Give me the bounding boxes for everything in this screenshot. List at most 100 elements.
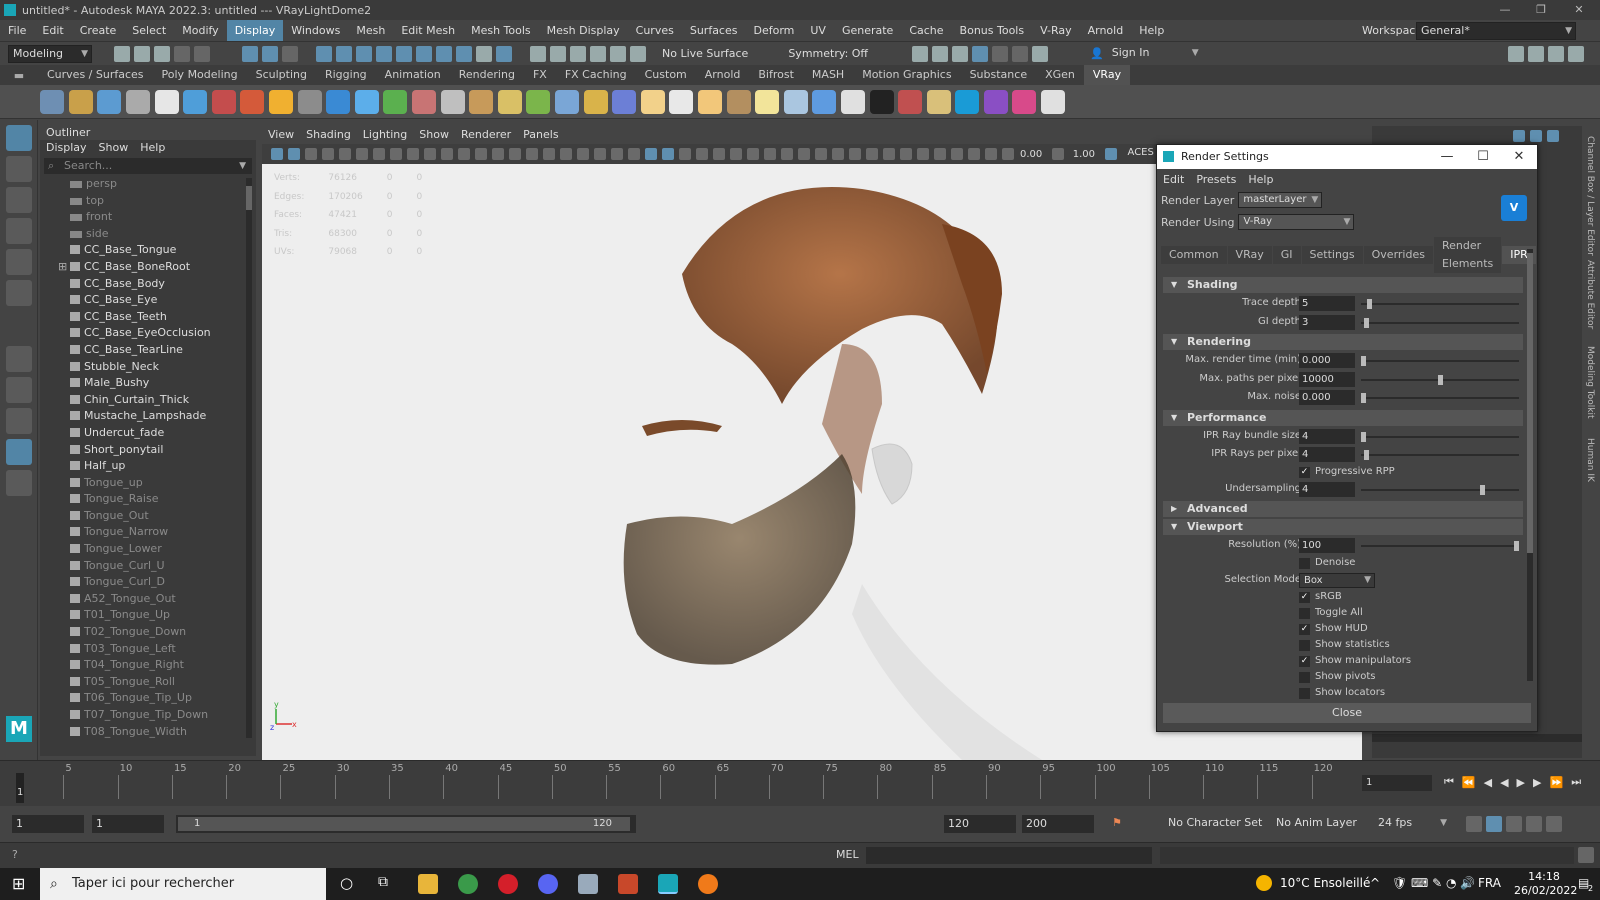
minimize-button[interactable]: — (1488, 0, 1522, 20)
vray-shelf-tool-5-icon[interactable] (154, 89, 179, 114)
search-dropdown-icon[interactable]: ▼ (239, 158, 246, 174)
vray-shelf-tool-33-icon[interactable] (955, 89, 980, 114)
viewport-tool-21-icon[interactable] (610, 148, 623, 160)
select-tool-icon[interactable] (6, 125, 32, 151)
ray-bundle-slider[interactable] (1361, 435, 1519, 438)
outliner-menu-help[interactable]: Help (134, 140, 171, 156)
channel-scrollbar[interactable] (1372, 734, 1582, 742)
input-ops-icon[interactable] (550, 45, 566, 62)
select-component-icon[interactable] (282, 45, 298, 62)
render-layer-select[interactable]: masterLayer ▼ (1238, 192, 1323, 208)
outliner-item[interactable]: Half_up (40, 458, 256, 475)
ray-bundle-slider-handle[interactable] (1361, 431, 1366, 442)
shelf-tab-xgen[interactable]: XGen (1036, 65, 1084, 85)
viewport-tool-2-icon[interactable] (287, 148, 300, 160)
go-to-start-icon[interactable]: ⏮ (1444, 775, 1454, 789)
vray-shelf-tool-13-icon[interactable] (383, 89, 408, 114)
save-scene-icon[interactable] (154, 45, 170, 62)
trace-depth-input[interactable]: 5 (1299, 296, 1355, 311)
vray-shelf-tool-19-icon[interactable] (554, 89, 579, 114)
task-view-icon[interactable]: ⧉ (378, 874, 388, 890)
viewport-tool-16-icon[interactable] (525, 148, 538, 160)
outliner-item[interactable]: Tongue_Lower (40, 541, 256, 558)
two-view-layout-icon[interactable] (6, 408, 32, 434)
outliner-layout-icon[interactable] (6, 439, 32, 465)
sidebar-tab-modeling-toolkit[interactable]: Modeling Toolkit (1585, 346, 1595, 419)
rs-tab-overrides[interactable]: Overrides (1363, 246, 1433, 264)
step-forward-frame-icon[interactable]: ▶︎ (1533, 776, 1541, 789)
menu-bonus-tools[interactable]: Bonus Tools (952, 20, 1033, 41)
denoise-checkbox[interactable] (1299, 557, 1310, 569)
vray-shelf-tool-15-icon[interactable] (440, 89, 465, 114)
shelf-tab-poly-modeling[interactable]: Poly Modeling (153, 65, 247, 85)
outliner-menu-show[interactable]: Show (93, 140, 135, 156)
shelf-tab-vray[interactable]: VRay (1083, 65, 1131, 85)
vray-shelf-tool-31-icon[interactable] (898, 89, 923, 114)
viewport-tool-20-icon[interactable] (593, 148, 606, 160)
outliner-item[interactable]: T02_Tongue_Down (40, 624, 256, 641)
channel-icon-b[interactable] (1529, 130, 1542, 142)
pause-icon[interactable] (1032, 45, 1049, 62)
outliner-menu-display[interactable]: Display (40, 140, 93, 156)
trace-depth-slider[interactable] (1361, 303, 1519, 305)
expand-icon[interactable]: ⊞ (58, 259, 67, 276)
rays-per-pixel-slider-handle[interactable] (1364, 450, 1370, 460)
keyboard-language[interactable]: FRA (1478, 876, 1501, 890)
vray-shelf-tool-16-icon[interactable] (469, 89, 494, 114)
render-setup-icon[interactable] (1012, 45, 1029, 62)
outliner-item[interactable]: ⊞ CC_Base_BoneRoot (40, 259, 256, 276)
rs-tab-gi[interactable]: GI (1272, 246, 1301, 264)
current-time-indicator[interactable]: 1 (16, 773, 24, 803)
viewport-tool-39-icon[interactable] (916, 148, 929, 160)
vray-shelf-tool-10-icon[interactable] (297, 89, 322, 114)
range-bar-handle[interactable]: 1 120 (178, 817, 630, 831)
exposure-value[interactable]: 0.00 (1020, 149, 1042, 160)
range-end-field[interactable]: 120 (944, 815, 1016, 833)
viewport-tool-35-icon[interactable] (848, 148, 861, 160)
max-noise-input[interactable]: 0.000 (1299, 390, 1355, 405)
shading-section[interactable]: ▼ Shading (1163, 277, 1523, 293)
play-forward-icon[interactable]: ▶ (1517, 776, 1525, 789)
menu-edit[interactable]: Edit (34, 20, 71, 41)
viewport-menu-show[interactable]: Show (413, 126, 455, 144)
outliner-item[interactable]: Short_ponytail (40, 442, 256, 459)
menu-deform[interactable]: Deform (745, 20, 802, 41)
loop-icon[interactable] (1466, 816, 1482, 832)
rs-tab-vray[interactable]: VRay (1227, 246, 1272, 264)
channel-icon-a[interactable] (1512, 130, 1525, 142)
outliner-item[interactable]: Tongue_Curl_U (40, 558, 256, 575)
gi-depth-input[interactable]: 3 (1299, 314, 1355, 330)
vray-shelf-tool-18-icon[interactable] (526, 89, 551, 114)
outliner-item[interactable]: side (40, 226, 256, 243)
color-management-icon[interactable] (1105, 148, 1118, 160)
viewport-tool-19-icon[interactable] (576, 148, 589, 160)
anim-layer-select[interactable]: No Anim Layer (1276, 816, 1357, 829)
max-noise-slider-handle[interactable] (1361, 393, 1366, 403)
soft-select-icon[interactable] (496, 45, 512, 62)
viewport-tool-14-icon[interactable] (491, 148, 504, 160)
vray-shelf-tool-23-icon[interactable] (669, 89, 694, 114)
show-locators-checkbox[interactable] (1299, 688, 1310, 699)
srgb-checkbox[interactable]: ✓ (1299, 592, 1310, 603)
gamma-value[interactable]: 1.00 (1073, 149, 1095, 160)
toggle-all-checkbox[interactable] (1299, 608, 1310, 619)
outliner-item[interactable]: Tongue_Out (40, 508, 256, 525)
viewport-tool-32-icon[interactable] (797, 148, 810, 160)
render-using-select[interactable]: V-Ray ▼ (1238, 214, 1355, 230)
tray-icons[interactable]: 🛡 ⌨ ✎ ◔ 🔊 (1392, 876, 1475, 890)
viewport-section[interactable]: ▼ Viewport (1163, 519, 1523, 535)
rs-menu-presets[interactable]: Presets (1190, 171, 1242, 189)
outliner-item[interactable]: front (40, 209, 256, 226)
time-slider[interactable]: 5 10 15 20 25 30 35 40 45 50 55 60 65 70 75 80 85 90 95 100… (0, 760, 1600, 806)
range-bar[interactable]: 1 120 (176, 815, 636, 833)
attribute-editor-icon[interactable] (1548, 46, 1564, 62)
anim-prefs-icon[interactable] (1526, 816, 1542, 832)
curve-icon[interactable] (630, 45, 646, 62)
viewport-tool-13-icon[interactable] (474, 148, 487, 160)
rs-menu-edit[interactable]: Edit (1157, 171, 1190, 189)
windows-start-icon[interactable]: ⊞ (12, 874, 25, 893)
viewport-tool-23-icon[interactable] (644, 148, 657, 160)
history-icon[interactable] (436, 45, 452, 62)
outliner-item[interactable]: CC_Base_Eye (40, 292, 256, 309)
viewport-tool-38-icon[interactable] (899, 148, 912, 160)
